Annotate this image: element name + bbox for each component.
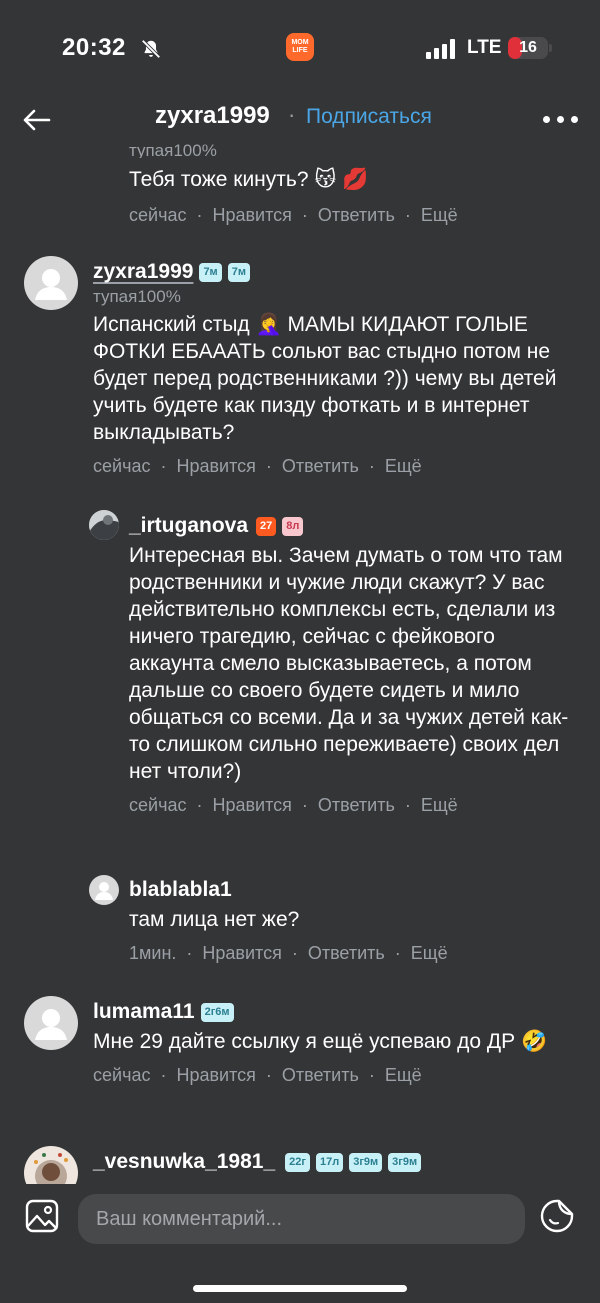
child-age-badge: 8л bbox=[282, 516, 304, 536]
child-age-badge: 27 bbox=[256, 516, 277, 536]
page-title: zyxra1999 bbox=[155, 102, 270, 129]
child-age-badge: 17л bbox=[315, 1152, 344, 1172]
avatar[interactable] bbox=[24, 996, 78, 1050]
comment-actions: 1мин. · Нравится · Ответить · Ещё bbox=[129, 943, 448, 963]
child-age-badge: 3г9м bbox=[388, 1152, 422, 1172]
comment-time: сейчас bbox=[129, 205, 187, 225]
more-button[interactable]: Ещё bbox=[421, 205, 458, 225]
comment-username[interactable]: zyxra1999 bbox=[93, 260, 193, 284]
comment-actions: сейчас · Нравится · Ответить · Ещё bbox=[129, 795, 458, 815]
app-logo: MOM LIFE bbox=[286, 33, 314, 61]
reply-button[interactable]: Ответить bbox=[282, 1065, 359, 1085]
signal-icon bbox=[426, 39, 455, 59]
comment-item: _irtuganova 27 8л Интересная вы. Зачем д… bbox=[129, 512, 579, 817]
sticker-icon[interactable] bbox=[539, 1198, 575, 1234]
like-button[interactable]: Нравится bbox=[176, 1065, 255, 1085]
network-label: LTE bbox=[467, 37, 502, 58]
like-button[interactable]: Нравится bbox=[212, 205, 291, 225]
comment-actions: сейчас · Нравится · Ответить · Ещё bbox=[93, 456, 422, 476]
comment-actions: сейчас · Нравится · Ответить · Ещё bbox=[129, 205, 458, 225]
comment-item: blablabla1 там лица нет же? 1мин. · Нравит… bbox=[129, 876, 579, 965]
child-age-badge: 7м bbox=[199, 262, 222, 282]
status-time: 20:32 bbox=[62, 34, 126, 61]
avatar[interactable] bbox=[24, 256, 78, 310]
like-button[interactable]: Нравится bbox=[212, 795, 291, 815]
more-button[interactable]: Ещё bbox=[385, 1065, 422, 1085]
gallery-icon[interactable] bbox=[24, 1198, 60, 1234]
battery-level: 16 bbox=[519, 39, 537, 56]
comments-feed[interactable]: тупая100% Тебя тоже кинуть? 😽 💋 сейчас · Н… bbox=[0, 142, 600, 1184]
more-options-icon[interactable] bbox=[543, 116, 579, 126]
comment-time: сейчас bbox=[93, 456, 151, 476]
comment-actions: сейчас · Нравится · Ответить · Ещё bbox=[93, 1065, 422, 1085]
child-age-badge: 7м bbox=[227, 262, 250, 282]
comment-username[interactable]: _vesnuwka_1981_ bbox=[93, 1150, 275, 1174]
reply-button[interactable]: Ответить bbox=[282, 456, 359, 476]
comment-text: Испанский стыд 🤦‍♀️ МАМЫ КИДАЮТ ГОЛЫЕ ФО… bbox=[93, 313, 557, 444]
avatar[interactable] bbox=[89, 875, 119, 905]
bell-off-icon bbox=[141, 39, 161, 59]
like-button[interactable]: Нравится bbox=[202, 943, 281, 963]
reply-to-label: тупая100% bbox=[129, 144, 217, 158]
comment-text: Тебя тоже кинуть? 😽 💋 bbox=[129, 168, 369, 191]
follow-button[interactable]: Подписаться bbox=[306, 105, 432, 129]
comment-username[interactable]: blablabla1 bbox=[129, 878, 232, 902]
back-arrow-icon[interactable] bbox=[20, 104, 52, 136]
comment-time: 1мин. bbox=[129, 943, 177, 963]
avatar[interactable] bbox=[89, 510, 119, 540]
comment-item: zyxra1999 7м 7м тупая100% Испанский стыд… bbox=[93, 258, 583, 478]
comment-time: сейчас bbox=[129, 795, 187, 815]
comment-username[interactable]: _irtuganova bbox=[129, 514, 248, 538]
comment-time: сейчас bbox=[93, 1065, 151, 1085]
comment-text: Мне 29 дайте ссылку я ещё успеваю до ДР … bbox=[93, 1030, 548, 1053]
comment-item: _vesnuwka_1981_ 22г 17л 3г9м 3г9м bbox=[93, 1148, 583, 1176]
title-separator: · bbox=[288, 102, 296, 127]
child-age-badge: 3г9м bbox=[349, 1152, 383, 1172]
comment-item: lumama11 2г6м Мне 29 дайте ссылку я ещё … bbox=[93, 998, 583, 1087]
comment-composer bbox=[0, 1184, 600, 1303]
nav-bar: zyxra1999 · Подписаться bbox=[0, 96, 600, 142]
more-button[interactable]: Ещё bbox=[411, 943, 448, 963]
battery-cap bbox=[549, 44, 552, 52]
reply-button[interactable]: Ответить bbox=[308, 943, 385, 963]
avatar[interactable] bbox=[24, 1146, 78, 1184]
comment-item: тупая100% Тебя тоже кинуть? 😽 💋 сейчас · Н… bbox=[129, 144, 569, 227]
more-button[interactable]: Ещё bbox=[421, 795, 458, 815]
home-indicator bbox=[193, 1285, 407, 1292]
reply-button[interactable]: Ответить bbox=[318, 205, 395, 225]
battery-icon: 16 bbox=[508, 37, 548, 59]
reply-button[interactable]: Ответить bbox=[318, 795, 395, 815]
comment-input[interactable] bbox=[78, 1194, 525, 1244]
reply-to-label: тупая100% bbox=[93, 287, 181, 306]
more-button[interactable]: Ещё bbox=[385, 456, 422, 476]
status-bar: 20:32 MOM LIFE LTE 16 bbox=[0, 0, 600, 96]
child-age-badge: 2г6м bbox=[200, 1002, 234, 1022]
comment-username[interactable]: lumama11 bbox=[93, 1000, 195, 1024]
comment-text: там лица нет же? bbox=[129, 908, 300, 931]
child-age-badge: 22г bbox=[285, 1152, 310, 1172]
like-button[interactable]: Нравится bbox=[176, 456, 255, 476]
comment-text: Интересная вы. Зачем думать о том что та… bbox=[129, 544, 569, 783]
